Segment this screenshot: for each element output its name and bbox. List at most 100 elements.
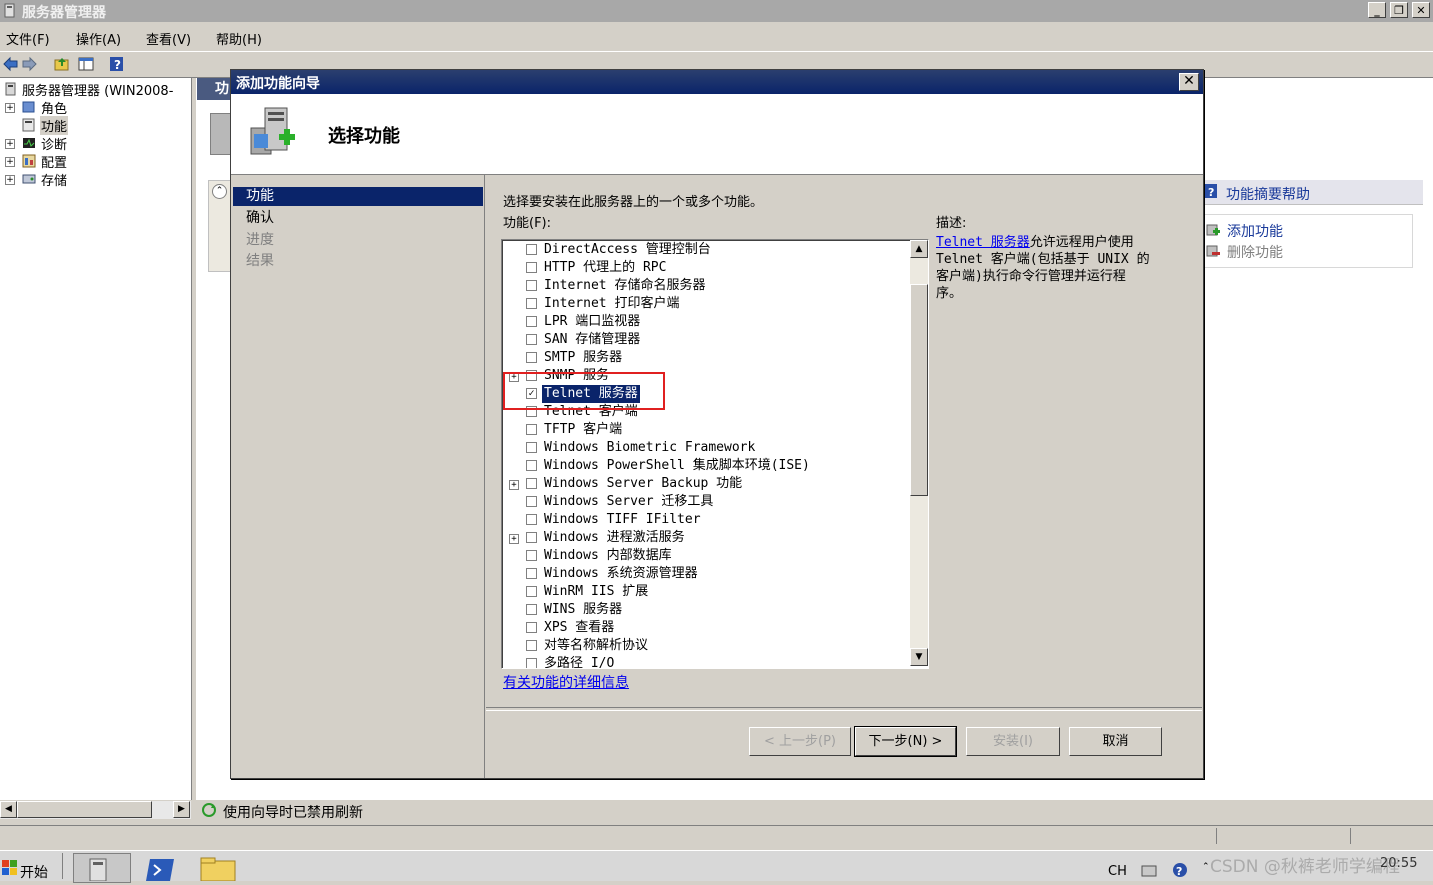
feature-checkbox[interactable] (526, 460, 537, 471)
instruction-text: 选择要安装在此服务器上的一个或多个功能。 (503, 195, 764, 210)
close-button[interactable]: ✕ (1412, 2, 1430, 18)
feature-checkbox[interactable] (526, 622, 537, 633)
menu-view[interactable]: 查看(V) (146, 29, 191, 48)
collapse-icon[interactable]: ⌃ (212, 184, 227, 199)
up-folder-icon[interactable] (54, 56, 70, 72)
expand-icon[interactable]: + (5, 157, 15, 167)
add-features-action[interactable]: 添加功能 (1204, 221, 1404, 240)
feature-checkbox[interactable] (526, 352, 537, 363)
feature-label: TFTP 客户端 (544, 422, 623, 437)
feature-label: Windows PowerShell 集成脚本环境(ISE) (544, 458, 810, 473)
remove-features-action[interactable]: 删除功能 (1204, 242, 1404, 261)
watermark: CSDN @秋裤老师学编程 (1210, 857, 1400, 877)
feature-checkbox[interactable] (526, 658, 537, 668)
back-arrow-icon[interactable] (2, 56, 18, 72)
menu-help[interactable]: 帮助(H) (216, 29, 262, 48)
actions-help-link[interactable]: 功能摘要帮助 (1226, 184, 1310, 204)
feature-checkbox[interactable] (526, 586, 537, 597)
feature-label: Internet 存储命名服务器 (544, 278, 706, 293)
cancel-button[interactable]: 取消 (1069, 727, 1162, 756)
feature-checkbox[interactable] (526, 496, 537, 507)
feature-checkbox[interactable] (526, 514, 537, 525)
clock[interactable]: 20:55 (1380, 856, 1417, 871)
tree-item-label: 存储 (41, 174, 68, 189)
feature-checkbox[interactable] (526, 442, 537, 453)
show-hide-tree-icon[interactable] (78, 56, 94, 72)
dialog-close-button[interactable]: ✕ (1179, 73, 1199, 91)
feature-label: DirectAccess 管理控制台 (544, 242, 711, 257)
expand-icon[interactable]: + (5, 175, 15, 185)
forward-arrow-icon[interactable] (22, 56, 38, 72)
feature-label: Windows Server Backup 功能 (544, 476, 743, 491)
feature-checkbox[interactable] (526, 262, 537, 273)
action-label: 添加功能 (1227, 224, 1283, 240)
scroll-right-icon[interactable]: ▶ (173, 801, 190, 818)
feature-label: 对等名称解析协议 (544, 638, 649, 653)
help-tray-icon[interactable]: ? (1172, 862, 1188, 878)
feature-checkbox[interactable] (526, 550, 537, 561)
restore-button[interactable]: ❐ (1390, 2, 1408, 18)
taskbar-powershell[interactable] (140, 855, 180, 881)
feature-checkbox[interactable] (526, 334, 537, 345)
tree-horizontal-scrollbar[interactable]: ◀ ▶ (0, 801, 191, 819)
feature-label: Windows 系统资源管理器 (544, 566, 698, 581)
install-button[interactable]: 安装(I) (966, 727, 1060, 756)
feature-label: WinRM IIS 扩展 (544, 584, 649, 599)
dialog-header: 选择功能 (231, 94, 1203, 175)
features-list[interactable]: DirectAccess 管理控制台 HTTP 代理上的 RPC Internet … (501, 239, 929, 669)
start-label: 开始 (20, 865, 48, 881)
description-line: 序。 (936, 286, 963, 301)
next-button[interactable]: 下一步(N) > (854, 726, 957, 757)
expand-icon[interactable]: + (5, 103, 15, 113)
description-link[interactable]: Telnet 服务器 (936, 235, 1030, 250)
minimize-button[interactable]: _ (1368, 2, 1386, 18)
help-icon: ? (1205, 184, 1218, 199)
feature-label: Windows Biometric Framework (544, 440, 756, 455)
scroll-up-icon[interactable]: ▲ (910, 240, 928, 258)
step-results: 结果 (246, 253, 274, 269)
menu-action[interactable]: 操作(A) (76, 29, 121, 48)
expand-icon[interactable]: + (509, 534, 519, 544)
action-label: 删除功能 (1227, 245, 1283, 261)
step-features[interactable]: 功能 (233, 187, 483, 206)
step-confirm[interactable]: 确认 (233, 209, 483, 228)
menu-file[interactable]: 文件(F) (6, 29, 50, 48)
feature-checkbox[interactable] (526, 640, 537, 651)
description-text: Telnet 服务器允许远程用户使用 Telnet 客户端(包括基于 UNIX … (936, 234, 1176, 302)
feature-label: SMTP 服务器 (544, 350, 623, 365)
features-vertical-scrollbar[interactable]: ▲ ▼ (910, 240, 928, 666)
scroll-left-icon[interactable]: ◀ (0, 801, 17, 818)
input-language[interactable]: CH (1108, 864, 1127, 879)
help-icon[interactable]: ? (110, 56, 124, 72)
expand-icon[interactable]: + (5, 139, 15, 149)
feature-checkbox[interactable] (526, 424, 537, 435)
back-button[interactable]: < 上一步(P) (749, 727, 851, 756)
feature-checkbox[interactable] (526, 244, 537, 255)
feature-checkbox[interactable] (526, 478, 537, 489)
window-title: 服务器管理器 (22, 5, 106, 21)
feature-checkbox[interactable] (526, 532, 537, 543)
network-icon[interactable] (1140, 862, 1158, 878)
expand-icon[interactable]: + (509, 480, 519, 490)
feature-checkbox[interactable] (526, 604, 537, 615)
status-text: 使用向导时已禁用刷新 (223, 805, 363, 821)
description-label: 描述: (936, 216, 967, 231)
configuration-icon (22, 154, 36, 168)
dialog-header-title: 选择功能 (328, 126, 400, 147)
feature-checkbox[interactable] (526, 568, 537, 579)
more-info-link[interactable]: 有关功能的详细信息 (503, 672, 629, 692)
taskbar-explorer[interactable] (196, 855, 240, 882)
taskbar-server-manager[interactable] (73, 853, 131, 883)
powershell-icon (144, 857, 176, 881)
scroll-down-icon[interactable]: ▼ (910, 648, 928, 666)
actions-pane: ? 功能摘要帮助 添加功能 删除功能 (1203, 180, 1423, 270)
scroll-thumb[interactable] (910, 284, 928, 496)
features-label: 功能(F): (503, 216, 552, 231)
start-button[interactable]: 开始 (0, 852, 58, 881)
main-title-bar: 服务器管理器 _ ❐ ✕ (0, 0, 1433, 22)
feature-checkbox[interactable] (526, 316, 537, 327)
scroll-thumb[interactable] (17, 801, 152, 818)
actions-header: ? 功能摘要帮助 (1203, 180, 1423, 205)
feature-checkbox[interactable] (526, 298, 537, 309)
feature-checkbox[interactable] (526, 280, 537, 291)
